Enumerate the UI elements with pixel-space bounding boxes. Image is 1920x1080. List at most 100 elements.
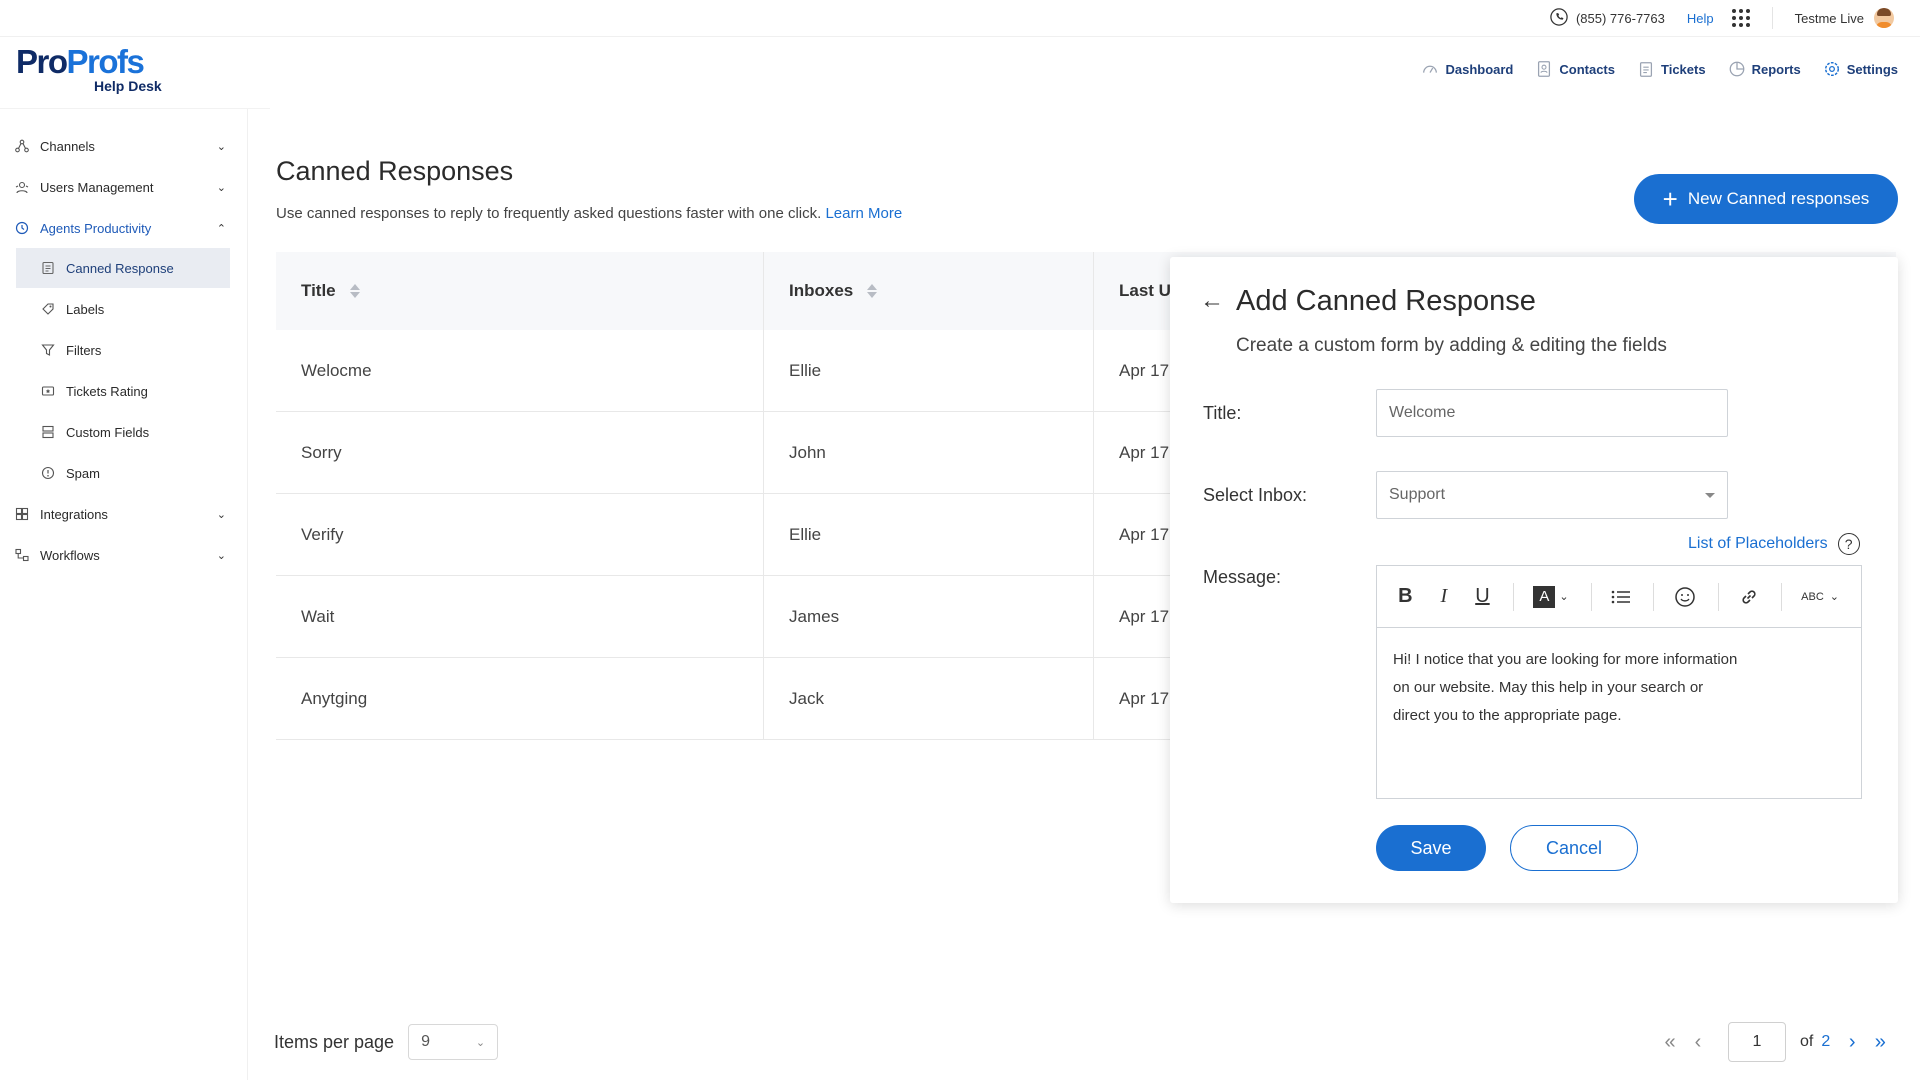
sidebar-item-tickets-rating[interactable]: Tickets Rating xyxy=(16,373,230,409)
help-link[interactable]: Help xyxy=(1687,11,1714,26)
bold-button[interactable]: B xyxy=(1397,584,1414,610)
logo-product: Help Desk xyxy=(94,78,162,94)
phone-icon xyxy=(1550,7,1568,29)
main-nav: Dashboard Contacts Tickets Reports Setti… xyxy=(1421,60,1898,78)
sidebar-item-label: Workflows xyxy=(40,547,100,563)
nav-tickets[interactable]: Tickets xyxy=(1637,60,1706,78)
sidebar-item-label: Users Management xyxy=(40,179,154,195)
apps-grid-icon[interactable] xyxy=(1731,9,1750,27)
panel-subtitle: Create a custom form by adding & editing… xyxy=(1236,335,1667,356)
items-per-page-label: Items per page xyxy=(274,1031,395,1052)
dashboard-icon xyxy=(1423,65,1438,73)
inbox-select-value: Support xyxy=(1389,486,1446,503)
of-label: of xyxy=(1800,1033,1814,1050)
settings-icon xyxy=(1824,61,1839,77)
channels-icon xyxy=(14,138,30,154)
save-button[interactable]: Save xyxy=(1376,825,1486,871)
cancel-button[interactable]: Cancel xyxy=(1510,825,1638,871)
sidebar-item-users-management[interactable]: Users Management ⌄ xyxy=(14,169,232,205)
emoji-button[interactable] xyxy=(1674,584,1696,610)
page-description: Use canned responses to reply to frequen… xyxy=(276,205,902,222)
nav-reports[interactable]: Reports xyxy=(1728,60,1801,78)
avatar xyxy=(1874,8,1894,28)
chevron-down-icon: ⌄ xyxy=(1829,591,1839,603)
placeholders-link[interactable]: List of Placeholders ? xyxy=(1688,533,1860,555)
font-color-button[interactable]: A ⌄ xyxy=(1533,584,1569,610)
underline-button[interactable]: U xyxy=(1474,584,1491,610)
previous-page-icon[interactable]: ‹ xyxy=(1684,1031,1712,1054)
user-menu[interactable]: Testme Live xyxy=(1795,8,1894,28)
next-page-icon[interactable]: › xyxy=(1838,1031,1866,1054)
cell-title: Welocme xyxy=(276,330,764,411)
back-arrow-icon[interactable]: ← xyxy=(1200,287,1224,315)
emoji-icon xyxy=(1675,586,1695,607)
learn-more-link[interactable]: Learn More xyxy=(825,205,902,222)
sort-icon[interactable] xyxy=(867,284,878,298)
last-page-icon[interactable]: » xyxy=(1866,1031,1894,1054)
cell-title: Wait xyxy=(276,576,764,657)
cell-inbox: John xyxy=(764,412,1094,493)
nav-dashboard[interactable]: Dashboard xyxy=(1421,60,1513,78)
items-per-page-select[interactable]: 9 ⌄ xyxy=(408,1024,499,1060)
sort-icon[interactable] xyxy=(349,284,360,298)
divider xyxy=(0,108,270,109)
page-title: Canned Responses xyxy=(276,156,514,186)
dropdown-caret-icon xyxy=(1705,493,1715,498)
message-textarea[interactable]: Hi! I notice that you are looking for mo… xyxy=(1377,628,1757,748)
italic-button[interactable]: I xyxy=(1436,584,1453,610)
sidebar-item-label: Channels xyxy=(40,138,95,154)
sidebar-item-filters[interactable]: Filters xyxy=(16,332,230,368)
total-pages-link[interactable]: 2 xyxy=(1821,1033,1830,1051)
divider xyxy=(1590,582,1592,611)
app-logo[interactable]: ProProfs Help Desk xyxy=(16,43,162,94)
tickets-icon xyxy=(1639,62,1653,77)
chevron-down-icon: ⌄ xyxy=(475,1036,486,1049)
message-editor: B I U A ⌄ ABC ⌄ Hi! I notice that you ar… xyxy=(1376,565,1862,799)
inbox-select[interactable]: Support xyxy=(1376,471,1728,519)
sidebar-item-workflows[interactable]: Workflows ⌄ xyxy=(14,537,232,573)
page-number-input[interactable]: 1 xyxy=(1728,1022,1786,1062)
canned-response-icon xyxy=(40,260,56,276)
column-header-title[interactable]: Title xyxy=(276,252,764,330)
nav-contacts[interactable]: Contacts xyxy=(1535,60,1615,78)
users-icon xyxy=(14,179,30,195)
phone-contact[interactable]: (855) 776-7763 xyxy=(1550,7,1665,29)
sidebar-item-agents-productivity[interactable]: Agents Productivity ⌃ xyxy=(14,210,232,246)
sidebar-item-canned-response[interactable]: Canned Response xyxy=(16,248,230,288)
nav-settings[interactable]: Settings xyxy=(1823,60,1898,78)
new-canned-response-label: New Canned responses xyxy=(1687,189,1870,208)
integrations-icon xyxy=(14,506,30,522)
column-header-inboxes[interactable]: Inboxes xyxy=(764,252,1094,330)
first-page-icon[interactable]: « xyxy=(1656,1031,1684,1054)
add-canned-response-panel: ← Add Canned Response Create a custom fo… xyxy=(1170,257,1898,903)
divider xyxy=(1653,582,1654,611)
nav-tickets-label: Tickets xyxy=(1661,61,1706,77)
cell-inbox: Ellie xyxy=(764,330,1094,411)
column-header-label: Inboxes xyxy=(789,281,854,300)
sidebar-item-spam[interactable]: Spam xyxy=(16,455,230,491)
sidebar-item-label: Custom Fields xyxy=(66,424,150,440)
divider xyxy=(0,36,1920,37)
spellcheck-button[interactable]: ABC ⌄ xyxy=(1801,584,1839,610)
sidebar-item-label: Filters xyxy=(66,342,102,358)
divider xyxy=(1771,7,1773,29)
sidebar-item-integrations[interactable]: Integrations ⌄ xyxy=(14,496,232,532)
workflows-icon xyxy=(14,547,30,563)
title-input[interactable]: Welcome xyxy=(1376,389,1728,437)
logo-word-profs: Profs xyxy=(66,43,145,80)
sidebar-item-custom-fields[interactable]: Custom Fields xyxy=(16,414,230,450)
plus-icon: + xyxy=(1662,184,1678,214)
new-canned-response-button[interactable]: + New Canned responses xyxy=(1634,174,1898,224)
insert-link-button[interactable] xyxy=(1739,584,1759,610)
user-name: Testme Live xyxy=(1794,10,1864,26)
sidebar-item-channels[interactable]: Channels ⌄ xyxy=(14,128,232,164)
sidebar-item-labels[interactable]: Labels xyxy=(16,291,230,327)
nav-contacts-label: Contacts xyxy=(1559,61,1615,77)
font-color-swatch: A xyxy=(1533,585,1556,608)
filter-icon xyxy=(40,342,56,358)
help-question-icon[interactable]: ? xyxy=(1837,533,1860,555)
sidebar-item-label: Integrations xyxy=(40,506,108,522)
page-description-text: Use canned responses to reply to frequen… xyxy=(276,205,822,222)
bullet-list-button[interactable] xyxy=(1611,584,1631,610)
custom-fields-icon xyxy=(40,424,56,440)
